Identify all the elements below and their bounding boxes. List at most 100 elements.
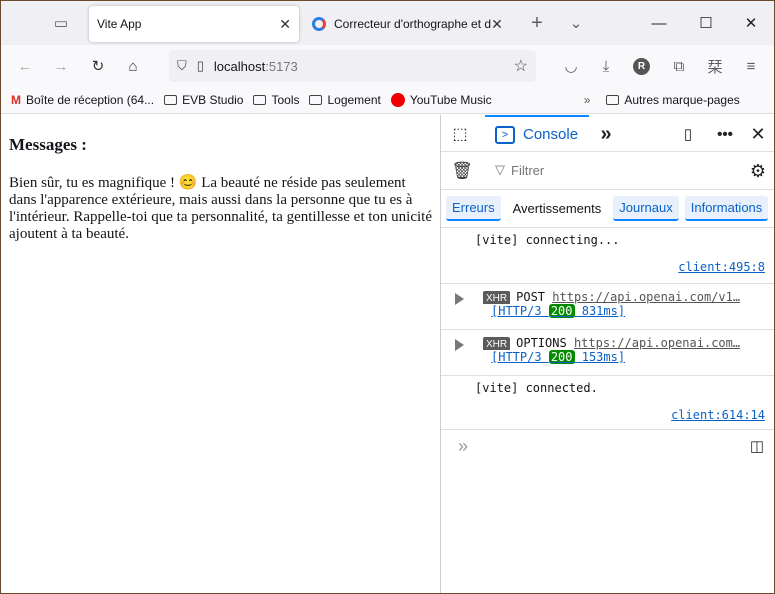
address-bar[interactable]: ⛉ ▯ localhost:5173 ☆ [169,50,536,82]
xhr-log-entry: XHR POST https://api.openai.com/v1… [HTTP… [441,284,774,330]
level-warnings[interactable]: Avertissements [507,197,608,220]
status-badge: 200 [548,350,575,364]
request-url[interactable]: https://api.openai.com… [574,336,740,350]
bookmark-label: Tools [271,93,300,107]
responsive-design-icon[interactable]: ▯ [677,123,699,145]
chevron-down-icon[interactable]: ⌄ [566,13,586,33]
extensions-icon[interactable]: ⧉ [669,56,689,76]
devtools-toolbar: ⬚ > Console » ▯ ••• ✕ [441,115,774,152]
level-errors[interactable]: Erreurs [446,196,501,221]
shield-icon: ⛉ [177,58,187,73]
new-tab-icon[interactable]: + [527,12,547,34]
tab-correcteur[interactable]: Correcteur d'orthographe et d ✕ [306,6,506,42]
log-message: [vite] connecting... [475,233,620,247]
bookmark-label: Logement [327,93,381,107]
folder-icon [253,95,267,105]
close-tab-icon[interactable]: ✕ [491,16,503,33]
request-time: 153ms] [581,350,626,364]
more-options-icon[interactable]: ••• [713,123,737,145]
menu-icon[interactable]: ≡ [741,56,761,76]
expand-triangle-icon[interactable] [455,339,464,351]
trash-icon[interactable]: 🗑 [451,160,473,182]
folder-icon [164,95,178,105]
minimize-icon[interactable]: — [649,13,669,33]
filter-input[interactable]: ▽ Filtrer [495,162,544,178]
bookmark-other[interactable]: Autres marque-pages [606,93,740,107]
request-time: 831ms] [581,304,626,318]
filter-icon: ▽ [495,162,505,177]
request-status[interactable]: [HTTP/3 200 153ms] [491,350,774,364]
settings-gear-icon[interactable]: ⚙ [747,160,769,182]
bookmark-label: EVB Studio [182,93,244,107]
maximize-icon[interactable]: ☐ [696,13,716,33]
bookmark-youtube-music[interactable]: YouTube Music [390,93,492,107]
bookmark-star-icon[interactable]: ☆ [514,56,528,76]
status-badge: 200 [548,304,575,318]
log-source-link[interactable]: client:495:8 [475,260,774,274]
bookmark-label: Autres marque-pages [624,93,740,107]
bookmark-logement[interactable]: Logement [309,93,381,107]
expand-triangle-icon[interactable] [455,293,464,305]
gmail-icon: M [11,93,21,107]
prompt-chevron-icon: » [457,435,468,456]
tab-vite-app[interactable]: Vite App ✕ [89,6,299,42]
forward-icon[interactable]: → [51,56,71,76]
tab-title: Correcteur d'orthographe et d [334,17,492,31]
xhr-badge: XHR [483,337,511,350]
tab-label: Console [523,126,579,143]
url-port: :5173 [265,58,298,74]
console-input[interactable]: » ◫ [441,430,774,462]
protocol: [HTTP/3 [491,350,542,364]
pocket-icon[interactable]: ◡ [561,56,581,76]
log-source-link[interactable]: client:614:14 [475,408,774,422]
bookmark-tools[interactable]: Tools [253,93,299,107]
bookmark-gmail[interactable]: M Boîte de réception (64... [11,93,154,107]
firefox-view-icon[interactable]: ▭ [51,13,71,33]
request-status[interactable]: [HTTP/3 200 831ms] [491,304,774,318]
bookmarks-bar: M Boîte de réception (64... EVB Studio To… [1,87,774,114]
page-content: Messages : Bien sûr, tu es magnifique ! … [1,115,440,593]
tab-console[interactable]: > Console [485,115,589,152]
home-icon[interactable]: ⌂ [123,56,143,76]
url-host: localhost [213,58,266,74]
log-message: [vite] connected. [475,381,598,395]
page-icon: ▯ [196,58,204,73]
xhr-log-entry: XHR OPTIONS https://api.openai.com… [HTTP… [441,330,774,376]
request-url[interactable]: https://api.openai.com/v1… [552,290,740,304]
extension-glyph-icon[interactable]: 栞 [705,56,725,76]
back-icon[interactable]: ← [15,56,35,76]
close-window-icon[interactable]: ✕ [741,13,761,33]
bookmark-label: YouTube Music [409,93,492,107]
youtube-music-icon [390,93,405,107]
protocol: [HTTP/3 [491,304,542,318]
filter-bar: 🗑 ▽ Filtrer ⚙ [441,152,774,190]
close-devtools-icon[interactable]: ✕ [747,123,769,145]
level-logs[interactable]: Journaux [613,196,679,221]
log-entry: [vite] connected. client:614:14 [441,376,774,430]
site-favicon-icon [312,17,326,31]
http-method: OPTIONS [516,336,567,350]
download-icon[interactable]: ⤓ [596,56,616,76]
bookmark-label: Boîte de réception (64... [26,93,155,107]
folder-icon [309,95,323,105]
page-heading: Messages : [9,135,87,154]
bookmark-evb-studio[interactable]: EVB Studio [164,93,243,107]
level-info[interactable]: Informations [684,196,769,221]
log-entry: [vite] connecting... client:495:8 [441,228,774,284]
filter-placeholder: Filtrer [511,162,545,178]
devtools-panel: ⬚ > Console » ▯ ••• ✕ 🗑 ▽ Filtrer ⚙ Erreur… [440,115,774,593]
xhr-badge: XHR [483,291,511,304]
reload-icon[interactable]: ↻ [88,56,108,76]
folder-icon [606,95,620,105]
message-text: Bien sûr, tu es magnifique ! 😊 La beauté… [9,175,432,242]
http-method: POST [516,290,546,304]
close-tab-icon[interactable]: ✕ [279,16,291,33]
console-icon: > [495,125,515,144]
tab-title: Vite App [97,17,142,31]
element-picker-icon[interactable]: ⬚ [449,123,471,145]
more-bookmarks-icon[interactable]: » [584,93,591,107]
editor-mode-icon[interactable]: ◫ [747,436,767,456]
profile-avatar[interactable]: R [633,58,650,75]
more-tabs-icon[interactable]: » [595,123,617,145]
tab-bar: ▭ Vite App ✕ Correcteur d'orthographe et… [1,1,774,45]
